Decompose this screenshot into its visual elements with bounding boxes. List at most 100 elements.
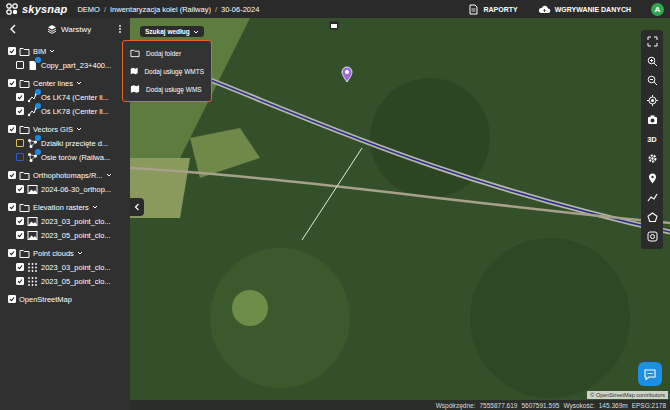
layer-item[interactable]: Osie torów (Railwa... bbox=[0, 150, 130, 164]
expand-toggle[interactable] bbox=[92, 204, 98, 210]
layer-item[interactable]: 2024-06-30_orthop... bbox=[0, 182, 130, 196]
group-name[interactable]: Orthophotomaps/R... bbox=[33, 171, 103, 180]
expand-toggle[interactable] bbox=[77, 250, 83, 256]
map-tool[interactable] bbox=[641, 71, 663, 91]
expand-toggle[interactable] bbox=[76, 126, 82, 132]
topbar-action[interactable]: RAPORTY bbox=[468, 4, 517, 15]
layer-item[interactable]: Copy_part_23+400... bbox=[0, 58, 130, 72]
layer-name[interactable]: Oś LK74 (Center li... bbox=[41, 93, 109, 102]
layer-item[interactable]: Działki przecięte d... bbox=[0, 136, 130, 150]
layer-checkbox[interactable] bbox=[16, 231, 24, 239]
menu-label[interactable]: Dodaj folder bbox=[146, 50, 181, 57]
tool-label[interactable]: 3D bbox=[647, 135, 657, 144]
layer-name[interactable]: 2023_03_point_clo... bbox=[41, 217, 111, 226]
checkbox-fill bbox=[17, 108, 23, 114]
layer-checkbox[interactable] bbox=[16, 61, 24, 69]
layer-checkbox[interactable] bbox=[8, 47, 16, 55]
layer-checkbox[interactable] bbox=[16, 217, 24, 225]
layer-name[interactable]: 2023_05_point_clo... bbox=[41, 231, 111, 240]
map-tool[interactable] bbox=[641, 110, 663, 130]
breadcrumb-item[interactable]: 30-06-2024 bbox=[221, 5, 259, 14]
layer-name[interactable]: Copy_part_23+400... bbox=[41, 61, 111, 70]
logo[interactable]: skysnap bbox=[5, 3, 67, 15]
layer-name[interactable]: Działki przecięte d... bbox=[41, 139, 108, 148]
calendar-icon[interactable] bbox=[329, 20, 339, 30]
user-avatar[interactable]: A bbox=[651, 3, 664, 16]
layer-checkbox[interactable] bbox=[16, 263, 24, 271]
layer-checkbox[interactable] bbox=[16, 107, 24, 115]
layer-group[interactable]: Point clouds bbox=[0, 246, 130, 260]
layer-checkbox[interactable] bbox=[8, 203, 16, 211]
layer-checkbox[interactable] bbox=[8, 79, 16, 87]
expand-toggle[interactable] bbox=[76, 80, 82, 86]
map-tool[interactable] bbox=[641, 188, 663, 208]
expand-toggle[interactable] bbox=[106, 172, 112, 178]
chevron-icon bbox=[76, 80, 82, 86]
layer-group[interactable]: BIM bbox=[0, 44, 130, 58]
group-name[interactable]: Center lines bbox=[33, 79, 73, 88]
layer-item[interactable]: 2023_05_point_clo... bbox=[0, 228, 130, 242]
avatar-letter[interactable]: A bbox=[655, 5, 661, 14]
layer-item[interactable]: Oś LK74 (Center li... bbox=[0, 90, 130, 104]
back-icon[interactable] bbox=[9, 24, 17, 34]
group-name[interactable]: Elevation rasters bbox=[33, 203, 89, 212]
action-label[interactable]: WGRYWANIE DANYCH bbox=[555, 6, 631, 13]
layer-checkbox[interactable] bbox=[16, 277, 24, 285]
breadcrumb-item[interactable]: DEMO bbox=[77, 5, 100, 14]
status-coords-label: Współrzędne: bbox=[436, 402, 476, 409]
layer-item[interactable]: 2023_03_point_clo... bbox=[0, 214, 130, 228]
breadcrumb-item[interactable]: Inwentaryzacja kolei (Railway) bbox=[110, 5, 211, 14]
layer-checkbox[interactable] bbox=[16, 185, 24, 193]
layer-name[interactable]: 2023_05_point_clo... bbox=[41, 277, 111, 286]
map-tool[interactable] bbox=[641, 169, 663, 189]
map-tool[interactable] bbox=[641, 52, 663, 72]
layer-item[interactable]: 2023_05_point_clo... bbox=[0, 274, 130, 288]
group-name[interactable]: OpenStreetMap bbox=[19, 295, 72, 304]
menu-item[interactable]: Dodaj usługę WMTS bbox=[123, 62, 211, 80]
group-name[interactable]: BIM bbox=[33, 47, 46, 56]
map-tool[interactable] bbox=[641, 149, 663, 169]
expand-toggle[interactable] bbox=[49, 48, 55, 54]
topbar-action[interactable]: WGRYWANIE DANYCH bbox=[538, 4, 631, 15]
layer-checkbox[interactable] bbox=[16, 93, 24, 101]
map-tool[interactable] bbox=[641, 208, 663, 228]
group-name[interactable]: Vectors GIS bbox=[33, 125, 73, 134]
layer-item[interactable]: Oś LK78 (Center li... bbox=[0, 104, 130, 118]
layer-group[interactable]: Orthophotomaps/R... bbox=[0, 168, 130, 182]
map-attribution[interactable]: © OpenStreetMap contributors bbox=[587, 391, 668, 399]
group-name[interactable]: Point clouds bbox=[33, 249, 74, 258]
action-label[interactable]: RAPORTY bbox=[483, 6, 517, 13]
search-by-label[interactable]: Szukaj według bbox=[145, 28, 190, 35]
map-tool[interactable]: 3D bbox=[641, 130, 663, 150]
layer-name[interactable]: Oś LK78 (Center li... bbox=[41, 107, 109, 116]
layer-group[interactable]: OpenStreetMap bbox=[0, 292, 130, 306]
menu-item[interactable]: Dodaj folder bbox=[123, 44, 211, 62]
search-by-button[interactable]: Szukaj według bbox=[140, 26, 204, 37]
menu-label[interactable]: Dodaj usługę WMTS bbox=[144, 68, 204, 75]
layer-checkbox[interactable] bbox=[8, 249, 16, 257]
chat-button[interactable] bbox=[638, 362, 662, 386]
collapse-panel[interactable] bbox=[130, 198, 144, 216]
layer-name[interactable]: 2023_03_point_clo... bbox=[41, 263, 111, 272]
map-tool[interactable] bbox=[641, 227, 663, 247]
kebab-menu-icon[interactable] bbox=[118, 24, 122, 34]
logo-text[interactable]: skysnap bbox=[22, 3, 67, 15]
workspace: WarstwyBIMCopy_part_23+400...Center line… bbox=[0, 18, 670, 410]
menu-label[interactable]: Dodaj usługę WMS bbox=[146, 86, 202, 93]
layer-group[interactable]: Vectors GIS bbox=[0, 122, 130, 136]
map-pin-icon[interactable] bbox=[341, 66, 353, 83]
layer-item[interactable]: 2023_03_point_clo... bbox=[0, 260, 130, 274]
map-tool[interactable] bbox=[641, 91, 663, 111]
layer-checkbox[interactable] bbox=[16, 153, 24, 161]
layer-group[interactable]: Elevation rasters bbox=[0, 200, 130, 214]
layer-checkbox[interactable] bbox=[8, 171, 16, 179]
layer-name[interactable]: Osie torów (Railwa... bbox=[41, 153, 110, 162]
layer-checkbox[interactable] bbox=[8, 295, 16, 303]
layer-checkbox[interactable] bbox=[16, 139, 24, 147]
cloud-icon bbox=[27, 262, 38, 273]
menu-item[interactable]: Dodaj usługę WMS bbox=[123, 80, 211, 98]
layer-group[interactable]: Center lines bbox=[0, 76, 130, 90]
layer-checkbox[interactable] bbox=[8, 125, 16, 133]
layer-name[interactable]: 2024-06-30_orthop... bbox=[41, 185, 111, 194]
map-tool[interactable] bbox=[641, 32, 663, 52]
